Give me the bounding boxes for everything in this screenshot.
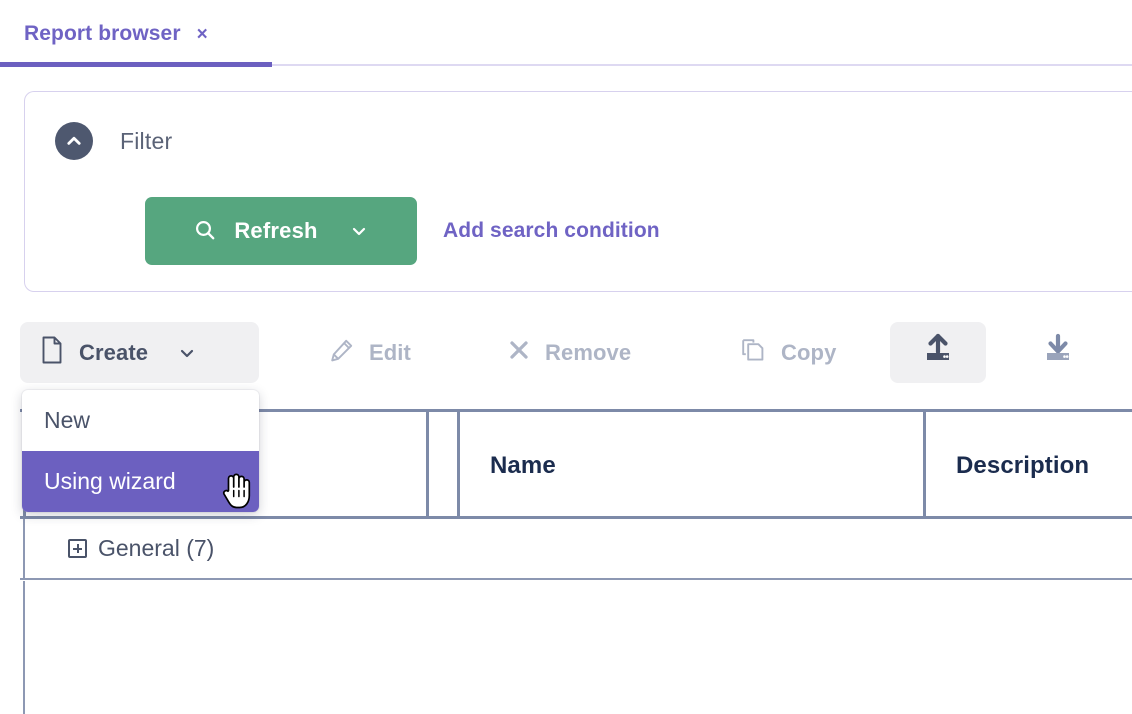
copy-button[interactable]: Copy: [720, 322, 856, 383]
refresh-button[interactable]: Refresh: [145, 197, 417, 265]
export-button[interactable]: [1010, 322, 1106, 383]
create-button[interactable]: Create: [20, 322, 259, 383]
refresh-label: Refresh: [234, 218, 318, 243]
table-left-border: [23, 581, 25, 714]
tab-report-browser[interactable]: Report browser ×: [0, 0, 272, 68]
chevron-down-icon[interactable]: [177, 343, 197, 363]
cross-icon: [508, 339, 530, 366]
close-icon[interactable]: ×: [197, 25, 208, 44]
column-header-name[interactable]: Name: [490, 452, 556, 480]
chevron-down-icon[interactable]: [349, 221, 369, 241]
document-icon: [40, 336, 64, 369]
table-body: [20, 581, 1132, 714]
copy-label: Copy: [781, 339, 837, 365]
edit-button[interactable]: Edit: [309, 322, 431, 383]
menu-item-using-wizard[interactable]: Using wizard: [22, 451, 259, 512]
filter-panel: Filter Refresh Add search condition: [24, 91, 1132, 292]
chevron-up-icon: [64, 131, 84, 151]
copy-icon: [740, 337, 766, 368]
filter-header: Filter: [55, 122, 172, 160]
tab-bar: Report browser ×: [0, 0, 1132, 68]
table-group-row[interactable]: General (7): [20, 519, 1132, 580]
filter-collapse-button[interactable]: [55, 122, 93, 160]
column-divider[interactable]: [457, 412, 460, 516]
pencil-icon: [329, 338, 354, 368]
expand-plus-icon[interactable]: [68, 539, 87, 558]
tab-active-indicator: [0, 62, 272, 67]
create-label: Create: [79, 339, 149, 365]
upload-icon: [919, 333, 957, 372]
tab-label: Report browser: [24, 22, 181, 45]
table-left-border: [23, 519, 25, 580]
remove-button[interactable]: Remove: [488, 322, 651, 383]
download-icon: [1039, 333, 1077, 372]
toolbar: Create Edit Remove Copy: [20, 322, 1132, 383]
add-search-condition-link[interactable]: Add search condition: [443, 219, 660, 243]
import-button[interactable]: [890, 322, 986, 383]
column-header-description[interactable]: Description: [956, 452, 1089, 480]
edit-label: Edit: [369, 339, 411, 365]
search-icon: [193, 218, 217, 245]
menu-item-new[interactable]: New: [22, 390, 259, 451]
remove-label: Remove: [545, 339, 632, 365]
report-browser-window: Report browser × Filter Refresh Add sear…: [0, 0, 1132, 714]
column-divider: [426, 412, 429, 516]
filter-actions: Refresh Add search condition: [145, 197, 660, 265]
column-divider[interactable]: [923, 412, 926, 516]
group-row-content: General (7): [68, 535, 214, 562]
filter-title: Filter: [120, 127, 173, 154]
group-row-label: General (7): [98, 535, 215, 561]
create-dropdown-menu: New Using wizard: [22, 390, 259, 512]
